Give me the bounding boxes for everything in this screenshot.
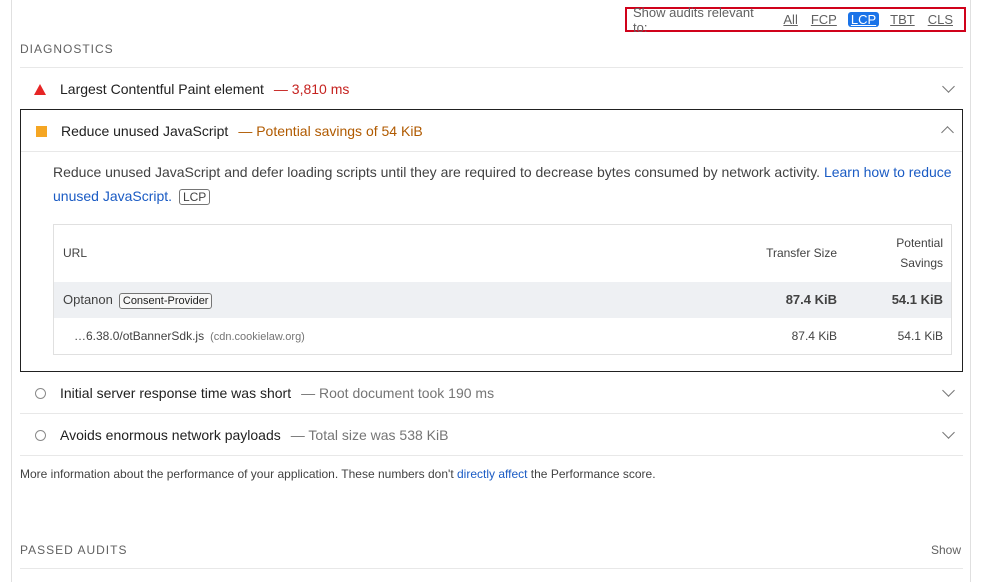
diagnostics-note: More information about the performance o… (20, 467, 656, 481)
audit-display-value: — Root document took 190 ms (301, 385, 495, 401)
info-circle-icon (20, 387, 60, 399)
audit-title: Avoids enormous network payloads (60, 427, 281, 443)
audit-display-value: — 3,810 ms (273, 81, 350, 97)
divider (21, 151, 962, 152)
table-row: Optanon Consent-Provider 87.4 KiB 54.1 Ki… (54, 282, 951, 318)
chevron-up-icon (941, 126, 954, 139)
filter-cls[interactable]: CLS (926, 12, 955, 27)
column-url: URL (63, 246, 88, 260)
details-table: URL Transfer Size Potential Savings Opta… (53, 224, 952, 355)
resource-domain: (cdn.cookielaw.org) (210, 331, 305, 343)
divider (20, 455, 963, 456)
metric-chip: LCP (178, 189, 211, 205)
transfer-size-cell: 87.4 KiB (791, 329, 837, 343)
url-cell: …6.38.0/otBannerSdk.js (cdn.cookielaw.org… (74, 329, 305, 343)
audit-unused-js-expanded: Reduce unused JavaScript — Potential sav… (20, 109, 963, 372)
passed-audits-heading: PASSED AUDITS (20, 543, 128, 557)
savings-cell: 54.1 KiB (897, 329, 943, 343)
audit-title: Reduce unused JavaScript (61, 123, 229, 139)
warning-triangle-icon (20, 83, 60, 95)
info-circle-icon (20, 429, 60, 441)
filter-fcp[interactable]: FCP (809, 12, 839, 27)
average-square-icon (21, 125, 61, 137)
transfer-size-cell: 87.4 KiB (785, 292, 837, 307)
column-savings-line2: Savings (900, 256, 943, 270)
chevron-down-icon (942, 80, 955, 93)
filter-tbt[interactable]: TBT (888, 12, 917, 27)
entity-name-cell: Optanon Consent-Provider (63, 292, 213, 309)
audit-server-response[interactable]: Initial server response time was short —… (20, 372, 963, 414)
note-text: More information about the performance o… (20, 467, 457, 481)
audit-filter: Show audits relevant to: All FCP LCP TBT… (625, 4, 966, 35)
column-transfer-size: Transfer Size (766, 246, 837, 260)
filter-lcp[interactable]: LCP (847, 12, 880, 27)
description-text: Reduce unused JavaScript and defer loadi… (53, 164, 821, 180)
audit-unused-js[interactable]: Reduce unused JavaScript — Potential sav… (21, 110, 962, 152)
audit-title: Initial server response time was short (60, 385, 292, 401)
filter-label: Show audits relevant to: (633, 4, 754, 35)
chevron-down-icon (942, 384, 955, 397)
audit-display-value: — Total size was 538 KiB (290, 427, 449, 443)
audit-description: Reduce unused JavaScript and defer loadi… (53, 160, 958, 208)
chevron-down-icon (942, 426, 955, 439)
savings-cell: 54.1 KiB (891, 292, 943, 307)
directly-affect-link[interactable]: directly affect (457, 467, 527, 481)
diagnostics-heading: DIAGNOSTICS (20, 42, 114, 56)
entity-name: Optanon (63, 292, 113, 307)
audit-network-payloads[interactable]: Avoids enormous network payloads — Total… (20, 414, 963, 456)
audit-title: Largest Contentful Paint element (60, 81, 264, 97)
filter-all[interactable]: All (781, 12, 799, 27)
resource-url: …6.38.0/otBannerSdk.js (74, 329, 205, 343)
divider (20, 568, 963, 569)
show-passed-button[interactable]: Show (931, 543, 961, 557)
table-header: URL Transfer Size Potential Savings (54, 225, 951, 282)
table-row: …6.38.0/otBannerSdk.js (cdn.cookielaw.org… (54, 318, 951, 354)
entity-chip: Consent-Provider (118, 293, 213, 309)
note-text-end: the Performance score. (527, 467, 656, 481)
audit-lcp-element[interactable]: Largest Contentful Paint element — 3,810… (20, 68, 963, 110)
audit-display-value: — Potential savings of 54 KiB (238, 123, 423, 139)
column-savings-line1: Potential (896, 236, 943, 250)
